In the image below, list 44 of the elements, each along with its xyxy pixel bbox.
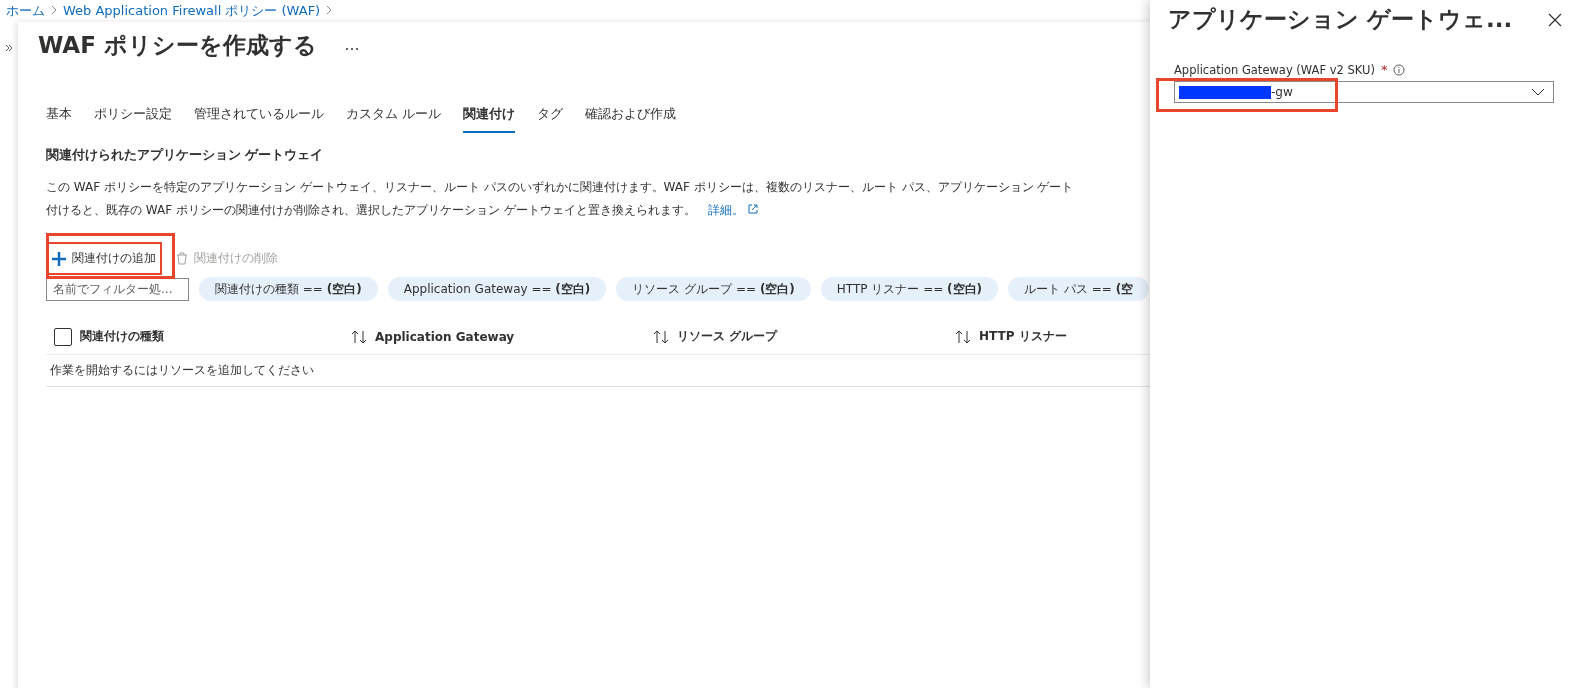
tab[interactable]: タグ: [537, 99, 564, 133]
tab[interactable]: 確認および作成: [585, 99, 677, 133]
add-button[interactable]: 関連付けの追加: [46, 242, 162, 275]
required-mark: *: [1380, 62, 1388, 77]
dropdown-value: -gw: [1271, 85, 1293, 99]
sort-icon[interactable]: [351, 329, 367, 344]
chevron-down-icon: [1531, 88, 1545, 96]
column-header: リソース グループ: [677, 328, 779, 345]
filter-chip[interactable]: Application Gateway == (空白): [387, 277, 607, 301]
chevron-icon: [326, 5, 333, 15]
expand-icon[interactable]: [5, 44, 13, 52]
description-text: この WAF ポリシーを特定のアプリケーション ゲートウェイ、リスナー、ルート パスのいずれかに関連付けます。WAF ポリシーは、複数のリスナー、ルート パス、アプリケーション ゲート: [46, 180, 1074, 194]
filter-chip[interactable]: ルート パス == (空: [1008, 277, 1150, 301]
filter-chip[interactable]: リソース グループ == (空白): [616, 277, 811, 301]
field-label: Application Gateway (WAF v2 SKU): [1174, 62, 1375, 77]
chevron-icon: [51, 5, 57, 15]
gateway-dropdown[interactable]: -gw: [1174, 81, 1554, 103]
tab[interactable]: 関連付け: [463, 99, 516, 133]
select-all-checkbox[interactable]: [54, 327, 72, 346]
plus-icon: [52, 251, 66, 266]
external-link-icon: [747, 204, 758, 214]
description-text: 付けると、既存の WAF ポリシーの関連付けが削除され、選択したアプリケーション ゲートウェイと置き換えられます。: [46, 203, 696, 217]
column-header: Application Gateway: [375, 329, 516, 344]
tab[interactable]: カスタム ルール: [346, 99, 442, 133]
sort-icon[interactable]: [955, 329, 971, 344]
section-title: 関連付けられたアプリケーション ゲートウェイ: [46, 147, 325, 164]
column-header: HTTP リスナー: [979, 328, 1068, 345]
more-icon: [344, 46, 359, 51]
trash-icon: [176, 252, 188, 265]
tab[interactable]: ポリシー設定: [94, 99, 172, 133]
breadcrumb-link[interactable]: ホーム: [6, 2, 45, 20]
panel-title: アプリケーション ゲートウェ...: [1168, 5, 1513, 34]
page-title: WAF ポリシーを作成する: [38, 31, 317, 60]
filter-chip[interactable]: 関連付けの種類 == (空白): [199, 277, 378, 301]
learn-more-link[interactable]: 詳細。: [707, 203, 758, 217]
tab[interactable]: 基本: [46, 99, 72, 133]
filter-chip[interactable]: HTTP リスナー == (空白): [820, 277, 999, 301]
breadcrumb-link[interactable]: Web Application Firewall ポリシー (WAF): [63, 2, 321, 20]
column-header: 関連付けの種類: [80, 328, 165, 345]
info-icon[interactable]: [1393, 63, 1406, 76]
filter-field[interactable]: 名前でフィルター処...: [46, 277, 189, 301]
sort-icon[interactable]: [653, 329, 669, 344]
close-icon: [1548, 12, 1562, 27]
tab[interactable]: 管理されているルール: [194, 99, 324, 133]
